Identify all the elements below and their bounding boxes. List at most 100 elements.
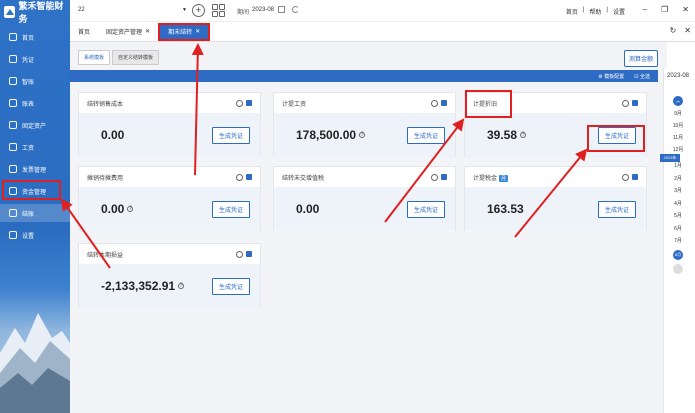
month-item[interactable]: 2月 [664, 175, 692, 182]
card-checkbox[interactable] [246, 174, 252, 180]
generate-voucher-button[interactable]: 生成凭证 [406, 126, 445, 144]
select-all-label: 全选 [639, 73, 650, 80]
period-value[interactable]: 2023-08 [252, 7, 274, 13]
sidebar-item-6[interactable]: 发票管理 [0, 160, 70, 178]
amount-value: 39.58 [487, 128, 518, 142]
scroll-down-icon[interactable] [673, 264, 683, 274]
generate-voucher-button[interactable]: 生成凭证 [597, 200, 636, 218]
period-year: 2023-08 [666, 73, 690, 79]
card-title-text: 结转未交增值税 [282, 176, 325, 182]
card-checkbox[interactable] [441, 100, 447, 106]
month-item[interactable]: 11月 [664, 134, 692, 141]
gear-icon[interactable] [622, 173, 629, 181]
card-header: 结转销售成本 [79, 93, 260, 113]
current-month[interactable]: 8月 [673, 250, 683, 260]
main-content: 系统模板 自定义结转模板 测算金额 ⚙ 模板配置 ☑ 全选 结转销售成本 0.0… [70, 42, 667, 413]
card-title-text: 结转本期损益 [87, 253, 124, 259]
card-amount: 0.00 [101, 128, 124, 142]
tab-close-icon[interactable]: ✕ [145, 28, 150, 35]
calendar-icon[interactable] [278, 6, 285, 13]
month-item[interactable]: 12月 [664, 146, 692, 153]
close-icon[interactable]: ✕ [682, 5, 689, 14]
sidebar-item-8[interactable]: 结账 [0, 204, 70, 222]
generate-voucher-button[interactable]: 生成凭证 [211, 277, 250, 295]
template-config-button[interactable]: ⚙ 模板配置 [598, 73, 624, 80]
add-icon[interactable]: + [192, 4, 205, 17]
tab-custom-template[interactable]: 自定义结转模板 [112, 50, 160, 65]
account-selector[interactable]: 22 [78, 7, 85, 13]
apps-grid-icon[interactable] [212, 4, 225, 17]
card-header: 结转未交增值税 [274, 167, 455, 187]
card-checkbox[interactable] [632, 100, 638, 106]
month-item[interactable]: 9月 [664, 110, 692, 117]
card-checkbox[interactable] [246, 251, 252, 257]
closing-card: 计提税金月 163.53 生成凭证 [464, 166, 647, 231]
sidebar-item-3[interactable]: 账表 [0, 94, 70, 112]
card-tools [431, 99, 447, 107]
gear-icon[interactable] [236, 99, 243, 107]
calculate-amount-button[interactable]: 测算金额 [623, 50, 658, 67]
month-item[interactable]: 7月 [664, 237, 692, 244]
card-checkbox[interactable] [441, 174, 447, 180]
month-item[interactable]: 5月 [664, 212, 692, 219]
tab-close-icon[interactable]: ✕ [195, 28, 200, 35]
reload-icon[interactable]: ↻ [670, 26, 677, 35]
sidebar-item-0[interactable]: 首页 [0, 28, 70, 46]
closing-card: 结转本期损益 -2,133,352.91? 生成凭证 [78, 243, 261, 308]
card-body: 0.00 生成凭证 [274, 187, 455, 231]
amount-value: 0.00 [101, 202, 125, 216]
card-tools [236, 250, 252, 258]
generate-voucher-button[interactable]: 生成凭证 [406, 200, 445, 218]
top-link-settings[interactable]: 设置 [613, 7, 625, 16]
sidebar-item-4[interactable]: 固定资产 [0, 116, 70, 134]
scroll-up-icon[interactable]: ︽ [673, 96, 683, 106]
tab-home[interactable]: 首页 [70, 23, 98, 41]
month-item[interactable]: 6月 [664, 225, 692, 232]
salary-icon [9, 143, 17, 151]
month-item[interactable]: 1月 [664, 162, 692, 169]
refresh-icon[interactable] [292, 6, 299, 13]
generate-voucher-button[interactable]: 生成凭证 [211, 126, 250, 144]
gear-icon[interactable] [431, 173, 438, 181]
generate-voucher-button[interactable]: 生成凭证 [211, 200, 250, 218]
top-link-help[interactable]: 帮助 [589, 7, 601, 16]
amount-value: 178,500.00 [296, 128, 357, 142]
card-checkbox[interactable] [632, 174, 638, 180]
close-all-icon[interactable]: ✕ [684, 26, 691, 35]
help-icon[interactable]: ? [127, 206, 134, 212]
tab-system-template[interactable]: 系统模板 [78, 50, 111, 65]
sidebar-item-1[interactable]: 凭证 [0, 50, 70, 68]
sidebar-item-5[interactable]: 工资 [0, 138, 70, 156]
card-body: -2,133,352.91? 生成凭证 [79, 264, 260, 308]
report-icon [9, 99, 17, 107]
closing-card: 结转未交增值税 0.00 生成凭证 [273, 166, 456, 231]
minimize-icon[interactable]: – [643, 5, 647, 14]
month-item[interactable]: 10月 [664, 122, 692, 129]
card-checkbox[interactable] [246, 100, 252, 106]
help-icon[interactable]: ? [520, 132, 527, 138]
sidebar-item-2[interactable]: 智账 [0, 72, 70, 90]
tab-period-closing[interactable]: 期末结转 ✕ [158, 22, 211, 41]
tab-bar: 首页 固定资产管理 ✕ 期末结转 ✕ ↻ ✕ [70, 22, 695, 42]
sidebar-item-9[interactable]: 设置 [0, 226, 70, 244]
invoice-icon [9, 165, 17, 173]
help-icon[interactable]: ? [359, 132, 366, 138]
help-icon[interactable]: ? [178, 283, 185, 289]
month-item[interactable]: 4月 [664, 200, 692, 207]
card-amount: 178,500.00? [296, 128, 366, 142]
card-title: 摊销待摊费用 [87, 173, 123, 182]
gear-icon[interactable] [236, 250, 243, 258]
tab-fixed-assets[interactable]: 固定资产管理 ✕ [98, 23, 158, 41]
maximize-icon[interactable]: ❐ [661, 5, 668, 14]
top-bar: 22 ▼ + 期间 2023-08 首页 | 帮助 | 设置 – ❐ ✕ [70, 0, 695, 22]
month-item[interactable]: 3月 [664, 187, 692, 194]
select-all-checkbox[interactable]: ☑ 全选 [634, 73, 650, 80]
gear-icon[interactable] [431, 99, 438, 107]
gear-icon[interactable] [622, 99, 629, 107]
card-title-text: 结转销售成本 [87, 102, 124, 108]
top-link-home[interactable]: 首页 [566, 7, 578, 16]
sidebar-item-label: 账表 [22, 101, 35, 108]
chevron-down-icon[interactable]: ▼ [182, 7, 187, 13]
gear-icon[interactable] [236, 173, 243, 181]
card-amount: 0.00 [296, 202, 319, 216]
